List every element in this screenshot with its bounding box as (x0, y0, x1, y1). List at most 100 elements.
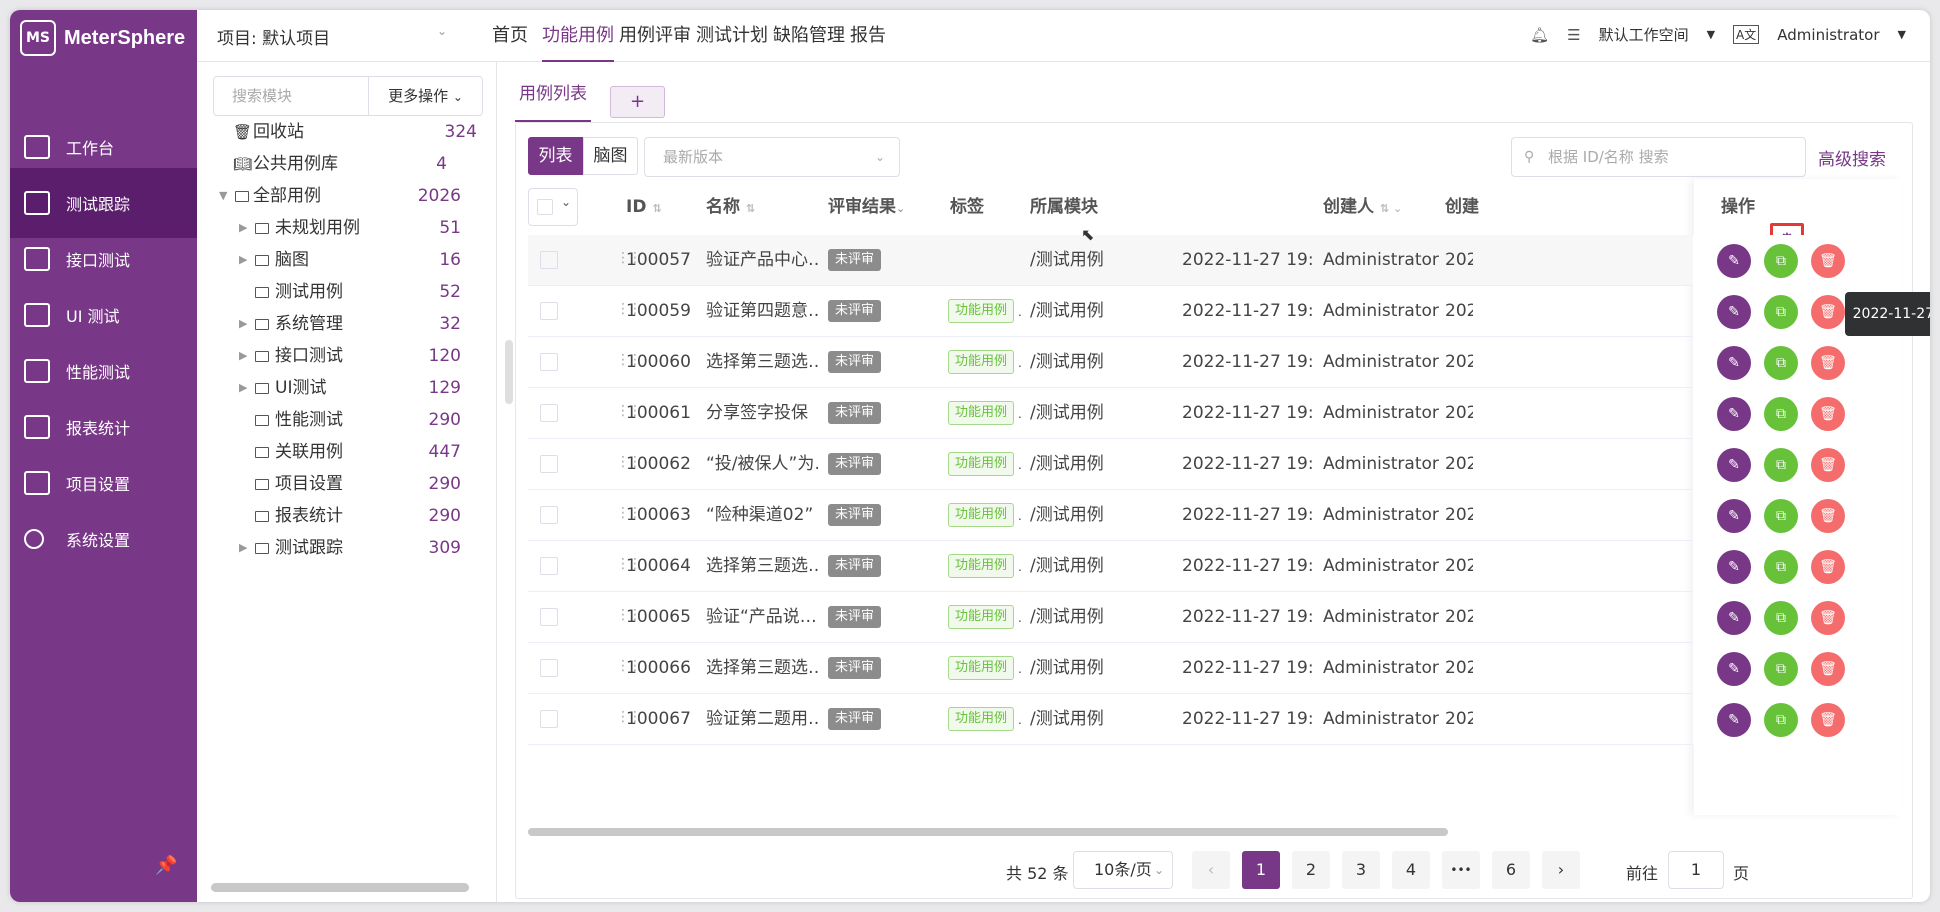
column-header-review[interactable]: 评审结果⌄ (828, 179, 905, 235)
cell-name[interactable]: 选择第三题选… (706, 541, 818, 592)
edit-button[interactable]: ✎ (1717, 703, 1751, 737)
table-row[interactable]: ⋮⋮100060选择第三题选…未评审功能用例 …/测试用例2022-11-27 … (528, 337, 1901, 388)
table-horizontal-scrollbar[interactable] (528, 828, 1448, 836)
table-row[interactable]: ⋮⋮100062“投/被保人”为…未评审功能用例 …/测试用例2022-11-2… (528, 439, 1901, 490)
tree-node[interactable]: ▶ 系统管理 32 (197, 308, 497, 340)
sort-icon[interactable]: ⇅ (652, 202, 661, 215)
tree-node-recycle[interactable]: 🗑︎ 回收站 324 (197, 116, 497, 148)
edit-button[interactable]: ✎ (1717, 652, 1751, 686)
row-checkbox[interactable] (540, 557, 558, 575)
cell-name[interactable]: “投/被保人”为… (706, 439, 818, 490)
advanced-search-link[interactable]: 高级搜索 (1818, 145, 1886, 170)
select-all-checkbox[interactable]: ⌄ (528, 188, 578, 226)
tree-node-public-library[interactable]: 📖︎ 公共用例库 4 (197, 148, 497, 180)
tree-node[interactable]: ▶ UI测试 129 (197, 372, 497, 404)
edit-button[interactable]: ✎ (1717, 346, 1751, 380)
table-row[interactable]: ⋮⋮100061分享签字投保未评审功能用例 …/测试用例2022-11-27 1… (528, 388, 1901, 439)
column-header-creator[interactable]: 创建人 ⇅ ⌄ (1323, 179, 1402, 235)
row-checkbox[interactable] (540, 353, 558, 371)
tree-node[interactable]: ▶ 测试跟踪 309 (197, 532, 497, 564)
menu-reports[interactable]: 报告 (850, 10, 886, 62)
row-checkbox[interactable] (540, 455, 558, 473)
view-mindmap-button[interactable]: 脑图 (583, 137, 638, 175)
row-checkbox[interactable] (540, 404, 558, 422)
delete-button[interactable]: 🗑︎ (1811, 601, 1845, 635)
cell-name[interactable]: 选择第三题选… (706, 643, 818, 694)
cell-name[interactable]: “险种渠道02” (706, 490, 818, 541)
cell-name[interactable]: 分享签字投保 (706, 388, 818, 439)
goto-page-input[interactable]: 1 (1668, 851, 1724, 889)
table-row[interactable]: ⋮⋮100066选择第三题选…未评审功能用例 …/测试用例2022-11-27 … (528, 643, 1901, 694)
delete-button[interactable]: 🗑︎ (1811, 295, 1845, 329)
delete-button[interactable]: 🗑︎ (1811, 499, 1845, 533)
menu-functional-cases[interactable]: 功能用例 (542, 10, 614, 62)
sidebar-item-system-settings[interactable]: 系统设置 (10, 504, 197, 574)
copy-button[interactable]: ⧉ (1764, 703, 1798, 737)
copy-button[interactable]: ⧉ (1764, 652, 1798, 686)
column-header-name[interactable]: 名称 ⇅ (706, 179, 755, 235)
language-icon[interactable]: A文 (1733, 25, 1760, 44)
menu-defects[interactable]: 缺陷管理 (773, 10, 845, 62)
row-checkbox[interactable] (540, 506, 558, 524)
cell-name[interactable]: 选择第三题选… (706, 337, 818, 388)
copy-button[interactable]: ⧉ (1764, 397, 1798, 431)
next-page-button[interactable]: › (1542, 851, 1580, 889)
panel-splitter[interactable] (505, 340, 513, 404)
row-checkbox[interactable] (540, 251, 558, 269)
user-menu[interactable]: Administrator (1777, 26, 1879, 44)
page-more[interactable]: ••• (1442, 851, 1480, 889)
delete-button[interactable]: 🗑︎ (1811, 703, 1845, 737)
row-checkbox[interactable] (540, 608, 558, 626)
more-ops-dropdown[interactable]: 更多操作 ⌄ (368, 76, 483, 116)
cell-name[interactable]: 验证“产品说… (706, 592, 818, 643)
tree-node[interactable]: 关联用例 447 (197, 436, 497, 468)
copy-button[interactable]: ⧉ (1764, 346, 1798, 380)
page-3[interactable]: 3 (1342, 851, 1380, 889)
table-row[interactable]: ⋮⋮100063“险种渠道02”未评审功能用例 …/测试用例2022-11-27… (528, 490, 1901, 541)
delete-button[interactable]: 🗑︎ (1811, 397, 1845, 431)
sort-icon[interactable]: ⇅ (746, 202, 755, 215)
workspace-select[interactable]: 默认工作空间 (1599, 24, 1689, 45)
tree-node[interactable]: 报表统计 290 (197, 500, 497, 532)
add-tab-button[interactable]: + (610, 86, 665, 118)
version-select[interactable]: 最新版本 ⌄ (644, 137, 900, 177)
row-checkbox[interactable] (540, 302, 558, 320)
row-checkbox[interactable] (540, 659, 558, 677)
cell-name[interactable]: 验证产品中心… (706, 235, 818, 286)
tree-node-all-cases[interactable]: ▼ 全部用例 2026 (197, 180, 497, 212)
edit-button[interactable]: ✎ (1717, 601, 1751, 635)
copy-button[interactable]: ⧉ (1764, 295, 1798, 329)
copy-button[interactable]: ⧉ (1764, 550, 1798, 584)
tree-node[interactable]: 项目设置 290 (197, 468, 497, 500)
project-select[interactable]: 项目: 默认项目 ⌄ (217, 24, 447, 49)
delete-button[interactable]: 🗑︎ (1811, 448, 1845, 482)
page-4[interactable]: 4 (1392, 851, 1430, 889)
view-list-button[interactable]: 列表 (528, 137, 583, 175)
copy-button[interactable]: ⧉ (1764, 244, 1798, 278)
table-row[interactable]: ⋮⋮100067验证第二题用…未评审功能用例 …/测试用例2022-11-27 … (528, 694, 1901, 745)
table-row[interactable]: ⋮⋮100065验证“产品说…未评审功能用例 …/测试用例2022-11-27 … (528, 592, 1901, 643)
table-row[interactable]: ⋮⋮100059验证第四题意…未评审功能用例 …/测试用例2022-11-27 … (528, 286, 1901, 337)
page-1[interactable]: 1 (1242, 851, 1280, 889)
module-search-input[interactable]: 搜索模块 (213, 76, 369, 116)
menu-home[interactable]: 首页 (492, 10, 528, 62)
menu-case-review[interactable]: 用例评审 (619, 10, 691, 62)
tree-node[interactable]: ▶ 脑图 16 (197, 244, 497, 276)
edit-button[interactable]: ✎ (1717, 550, 1751, 584)
page-2[interactable]: 2 (1292, 851, 1330, 889)
tree-node[interactable]: ▶ 未规划用例 51 (197, 212, 497, 244)
delete-button[interactable]: 🗑︎ (1811, 244, 1845, 278)
tree-scrollbar[interactable] (211, 883, 469, 892)
edit-button[interactable]: ✎ (1717, 448, 1751, 482)
prev-page-button[interactable]: ‹ (1192, 851, 1230, 889)
tree-node[interactable]: 测试用例 52 (197, 276, 497, 308)
table-row[interactable]: ⋮⋮100064选择第三题选…未评审功能用例 …/测试用例2022-11-27 … (528, 541, 1901, 592)
copy-button[interactable]: ⧉ (1764, 601, 1798, 635)
cell-name[interactable]: 验证第二题用… (706, 694, 818, 745)
edit-button[interactable]: ✎ (1717, 295, 1751, 329)
delete-button[interactable]: 🗑︎ (1811, 346, 1845, 380)
cell-name[interactable]: 验证第四题意… (706, 286, 818, 337)
copy-button[interactable]: ⧉ (1764, 448, 1798, 482)
tab-case-list[interactable]: 用例列表 (515, 72, 591, 122)
case-search-input[interactable]: ⚲ 根据 ID/名称 搜索 (1511, 137, 1806, 177)
